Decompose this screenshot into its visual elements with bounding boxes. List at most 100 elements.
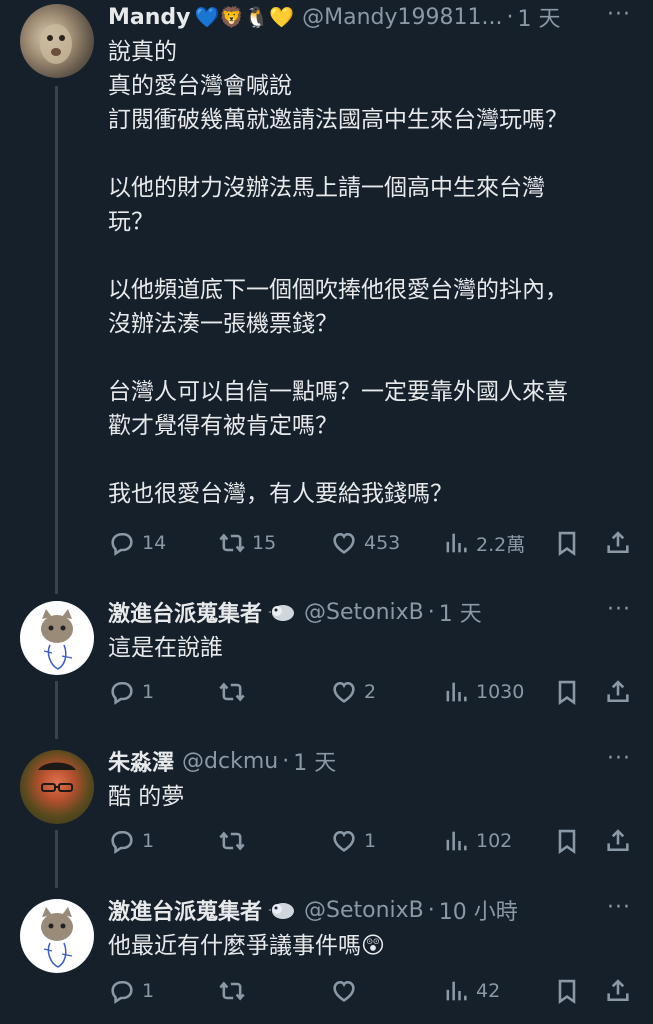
views-count: 2.2萬 <box>476 533 526 556</box>
views-count: 1030 <box>476 681 525 703</box>
like-count: 1 <box>364 830 377 852</box>
more-icon[interactable]: ··· <box>607 597 631 622</box>
reply-tweet[interactable]: 激進台派蒐集者 @SetonixB · 10 小時 ··· 他最近有什麼爭議事件… <box>0 893 653 1024</box>
bird-icon <box>268 605 295 621</box>
share-button[interactable] <box>604 971 632 1011</box>
views-icon <box>442 827 470 855</box>
separator-dot: · <box>282 748 290 774</box>
display-name[interactable]: Mandy <box>108 5 191 30</box>
action-bar: 1 42 <box>108 971 633 1011</box>
views-button[interactable]: 1030 <box>442 672 524 712</box>
separator-dot: · <box>427 897 435 923</box>
share-button[interactable] <box>604 672 632 712</box>
avatar-image <box>40 24 72 64</box>
handle[interactable]: @SetonixB <box>304 600 424 625</box>
reply-icon <box>108 529 136 557</box>
retweet-icon <box>218 827 246 855</box>
retweet-button[interactable] <box>218 821 252 861</box>
views-count: 102 <box>476 830 513 852</box>
reply-count: 1 <box>142 980 155 1002</box>
reply-icon <box>108 678 136 706</box>
avatar[interactable] <box>20 899 94 973</box>
retweet-button[interactable] <box>218 971 252 1011</box>
name-emojis: 💙🦁🐧💛 <box>194 5 295 29</box>
views-icon <box>442 977 470 1005</box>
bookmark-button[interactable] <box>553 523 581 563</box>
bird-icon <box>268 903 295 919</box>
retweet-button[interactable]: 15 <box>218 523 276 563</box>
reply-button[interactable]: 1 <box>108 821 154 861</box>
like-icon <box>330 977 358 1005</box>
tweet-main[interactable]: Mandy 💙🦁🐧💛 @Mandy199811... · 1 天 ··· 說真的… <box>0 0 653 595</box>
like-button[interactable]: 2 <box>330 672 376 712</box>
like-button[interactable] <box>330 971 364 1011</box>
tweet-header: 朱淼澤 @dckmu · 1 天 <box>108 744 336 778</box>
timestamp[interactable]: 1 天 <box>439 596 482 628</box>
handle[interactable]: @Mandy199811... <box>302 5 502 30</box>
action-bar: 1 1 102 <box>108 821 633 861</box>
tweet-text: 這是在說誰 <box>108 635 223 661</box>
separator-dot: · <box>506 4 514 30</box>
share-icon <box>604 827 632 855</box>
more-icon[interactable]: ··· <box>607 2 631 27</box>
bookmark-icon <box>553 977 581 1005</box>
like-count: 453 <box>364 532 401 554</box>
like-button[interactable]: 453 <box>330 523 400 563</box>
display-name[interactable]: 激進台派蒐集者 <box>108 596 262 628</box>
bookmark-button[interactable] <box>553 821 581 861</box>
share-icon <box>604 529 632 557</box>
share-icon <box>604 678 632 706</box>
timestamp[interactable]: 1 天 <box>517 1 560 33</box>
tweet-header: Mandy 💙🦁🐧💛 @Mandy199811... · 1 天 <box>108 0 560 34</box>
avatar[interactable] <box>20 601 94 675</box>
avatar-image <box>41 907 73 968</box>
display-name[interactable]: 朱淼澤 <box>108 745 174 777</box>
display-name[interactable]: 激進台派蒐集者 <box>108 894 262 926</box>
reply-tweet[interactable]: 朱淼澤 @dckmu · 1 天 ··· 酷 的夢 1 1 102 <box>0 744 653 889</box>
views-button[interactable]: 102 <box>442 821 512 861</box>
like-icon <box>330 678 358 706</box>
reply-button[interactable]: 14 <box>108 523 166 563</box>
avatar[interactable] <box>20 4 94 78</box>
timestamp[interactable]: 1 天 <box>293 745 336 777</box>
reply-icon <box>108 977 136 1005</box>
share-icon <box>604 977 632 1005</box>
reply-button[interactable]: 1 <box>108 971 154 1011</box>
views-icon <box>442 678 470 706</box>
avatar-image <box>41 609 73 670</box>
reply-count: 14 <box>142 532 167 554</box>
retweet-icon <box>218 529 246 557</box>
bookmark-button[interactable] <box>553 971 581 1011</box>
views-count: 42 <box>476 980 501 1002</box>
more-icon[interactable]: ··· <box>607 746 631 771</box>
like-count: 2 <box>364 681 377 703</box>
timestamp[interactable]: 10 小時 <box>439 894 518 926</box>
reply-button[interactable]: 1 <box>108 672 154 712</box>
reply-tweet[interactable]: 激進台派蒐集者 @SetonixB · 1 天 ··· 這是在說誰 1 2 10… <box>0 595 653 740</box>
retweet-icon <box>218 678 246 706</box>
separator-dot: · <box>427 599 435 625</box>
reply-count: 1 <box>142 681 155 703</box>
tweet-text: 酷 的夢 <box>108 784 185 810</box>
retweet-button[interactable] <box>218 672 252 712</box>
bookmark-icon <box>553 827 581 855</box>
tweet-header: 激進台派蒐集者 @SetonixB · 10 小時 <box>108 893 518 927</box>
views-button[interactable]: 42 <box>442 971 500 1011</box>
bookmark-button[interactable] <box>553 672 581 712</box>
tweet-text: 他最近有什麼爭議事件嗎😲 <box>108 933 385 959</box>
avatar-image <box>38 762 76 792</box>
tweet-header: 激進台派蒐集者 @SetonixB · 1 天 <box>108 595 482 629</box>
views-button[interactable]: 2.2萬 <box>442 523 525 563</box>
share-button[interactable] <box>604 523 632 563</box>
avatar[interactable] <box>20 750 94 824</box>
more-icon[interactable]: ··· <box>607 895 631 920</box>
handle[interactable]: @SetonixB <box>304 898 424 923</box>
like-button[interactable]: 1 <box>330 821 376 861</box>
tweet-text: 說真的 真的愛台灣會喊說 訂閱衝破幾萬就邀請法國高中生來台灣玩嗎？ 以他的財力沒… <box>108 39 568 507</box>
action-bar: 1 2 1030 <box>108 672 633 712</box>
like-icon <box>330 827 358 855</box>
reply-count: 1 <box>142 830 155 852</box>
handle[interactable]: @dckmu <box>182 749 278 774</box>
thread-line <box>55 86 58 594</box>
share-button[interactable] <box>604 821 632 861</box>
